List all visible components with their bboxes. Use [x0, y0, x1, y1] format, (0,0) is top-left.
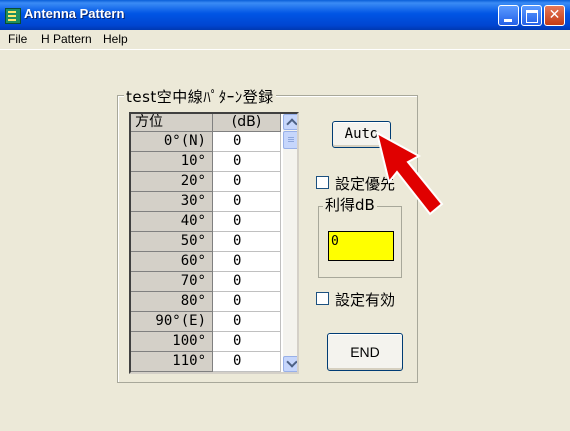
azimuth-cell: 30° — [131, 192, 213, 212]
scroll-down-button[interactable] — [283, 356, 297, 372]
table-row: 80° 0 — [131, 292, 281, 312]
db-cell[interactable]: 0 — [213, 352, 281, 372]
gain-group-title: 利得dB — [323, 194, 377, 215]
valid-label: 設定有効 — [335, 291, 396, 309]
red-arrow-icon — [375, 131, 444, 216]
azimuth-cell: 50° — [131, 232, 213, 252]
table-scrollbar[interactable] — [283, 114, 297, 372]
db-cell[interactable]: 0 — [213, 312, 281, 332]
db-cell[interactable]: 0 — [213, 212, 281, 232]
table-row: 110° 0 — [131, 352, 281, 372]
chevron-down-icon — [286, 356, 297, 368]
azimuth-cell: 20° — [131, 172, 213, 192]
db-cell[interactable]: 0 — [213, 252, 281, 272]
db-cell[interactable]: 0 — [213, 192, 281, 212]
table-row: 50° 0 — [131, 232, 281, 252]
title-bar[interactable]: Antenna Pattern ✕ — [0, 0, 570, 30]
db-cell[interactable]: 0 — [213, 152, 281, 172]
azimuth-cell: 40° — [131, 212, 213, 232]
priority-checkbox[interactable] — [316, 176, 329, 189]
azimuth-cell: 80° — [131, 292, 213, 312]
db-cell[interactable]: 0 — [213, 172, 281, 192]
maximize-button[interactable] — [521, 5, 542, 26]
table-row: 100° 0 — [131, 332, 281, 352]
menu-h-pattern[interactable]: H Pattern — [41, 32, 92, 46]
arrow-shape — [375, 131, 444, 216]
menu-help[interactable]: Help — [103, 32, 128, 46]
db-cell[interactable]: 0 — [213, 332, 281, 352]
db-cell[interactable]: 0 — [213, 292, 281, 312]
chevron-up-icon — [286, 118, 297, 130]
table-row: 10° 0 — [131, 152, 281, 172]
table-row: 20° 0 — [131, 172, 281, 192]
table-row: 0°(N) 0 — [131, 132, 281, 152]
azimuth-cell: 110° — [131, 352, 213, 372]
gain-input[interactable]: 0 — [328, 231, 394, 261]
azimuth-cell: 100° — [131, 332, 213, 352]
scroll-up-button[interactable] — [283, 114, 297, 130]
azimuth-cell: 60° — [131, 252, 213, 272]
scroll-thumb[interactable] — [283, 131, 297, 149]
table-row: 30° 0 — [131, 192, 281, 212]
menu-bar: File H Pattern Help — [0, 30, 570, 49]
azimuth-cell: 0°(N) — [131, 132, 213, 152]
pattern-group-title: test空中線ﾊﾟﾀｰﾝ登録 — [124, 86, 276, 107]
window-title: Antenna Pattern — [24, 6, 125, 21]
azimuth-cell: 70° — [131, 272, 213, 292]
azimuth-cell: 10° — [131, 152, 213, 172]
table-row: 90°(E) 0 — [131, 312, 281, 332]
db-cell[interactable]: 0 — [213, 132, 281, 152]
db-cell[interactable]: 0 — [213, 232, 281, 252]
pattern-table[interactable]: 方位 (dB) 0°(N) 0 10° 0 20° 0 30° 0 40° 0 50° 0 60° 0 70… — [129, 112, 299, 374]
header-azimuth: 方位 — [131, 114, 213, 132]
end-button[interactable]: END — [327, 333, 403, 371]
table-row: 40° 0 — [131, 212, 281, 232]
main-window: Antenna Pattern ✕ File H Pattern Help te… — [0, 0, 570, 431]
table-row: 60° 0 — [131, 252, 281, 272]
header-db: (dB) — [213, 114, 281, 132]
app-icon — [5, 8, 21, 24]
minimize-button[interactable] — [498, 5, 519, 26]
menu-file[interactable]: File — [8, 32, 27, 46]
azimuth-cell: 90°(E) — [131, 312, 213, 332]
table-row: 70° 0 — [131, 272, 281, 292]
db-cell[interactable]: 0 — [213, 272, 281, 292]
valid-checkbox[interactable] — [316, 292, 329, 305]
close-button[interactable]: ✕ — [544, 5, 565, 26]
